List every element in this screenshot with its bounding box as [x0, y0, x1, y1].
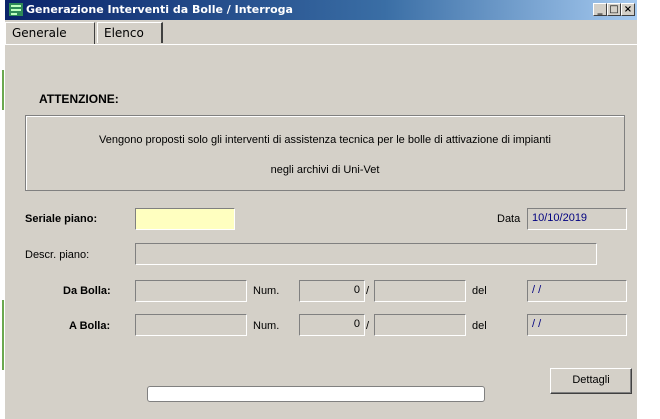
descr-piano-input[interactable] [135, 243, 597, 265]
a-bolla-input[interactable] [135, 314, 247, 336]
attention-title: ATTENZIONE: [39, 92, 119, 106]
da-slash: / [366, 285, 370, 297]
attention-message-line-2: negli archivi di Uni-Vet [270, 164, 380, 176]
da-del-date-input[interactable]: / / [527, 280, 627, 302]
a-num-input[interactable]: 0 [299, 314, 365, 336]
da-num-input[interactable]: 0 [299, 280, 365, 302]
a-slash: / [366, 320, 370, 332]
a-del-label: del [472, 320, 487, 332]
attention-message-line-1: Vengono proposti solo gli interventi di … [99, 134, 551, 146]
minimize-icon[interactable]: _ [593, 3, 607, 16]
app-window: Generazione Interventi da Bolle / Interr… [5, 0, 637, 419]
da-num-label: Num. [253, 285, 280, 297]
application-icon [9, 3, 23, 16]
maximize-icon[interactable]: □ [607, 3, 621, 16]
seriale-piano-input[interactable] [135, 208, 235, 230]
background-green-mark [2, 300, 4, 370]
descr-piano-label: Descr. piano: [25, 249, 90, 261]
progress-bar [147, 386, 485, 402]
seriale-piano-label: Seriale piano: [25, 213, 98, 225]
da-del-label: del [472, 285, 487, 297]
dettagli-button[interactable]: Dettagli [550, 368, 632, 394]
close-icon[interactable]: × [621, 3, 635, 16]
da-bolla-input[interactable] [135, 280, 247, 302]
a-num-label: Num. [253, 320, 280, 332]
tab-elenco[interactable]: Elenco [97, 22, 163, 43]
tab-strip: Generale Elenco [5, 22, 637, 45]
data-label: Data [497, 213, 521, 225]
window-title: Generazione Interventi da Bolle / Interr… [26, 3, 293, 16]
da-bolla-label: Da Bolla: [63, 285, 111, 297]
background-green-mark [2, 70, 4, 110]
data-input[interactable]: 10/10/2019 [527, 208, 627, 230]
tab-panel-border [5, 44, 637, 45]
title-bar[interactable]: Generazione Interventi da Bolle / Interr… [5, 0, 637, 20]
da-suffix-input[interactable] [374, 280, 466, 302]
a-suffix-input[interactable] [374, 314, 466, 336]
attention-message-box: Vengono proposti solo gli interventi di … [25, 115, 625, 191]
a-del-date-input[interactable]: / / [527, 314, 627, 336]
tab-generale[interactable]: Generale [5, 22, 95, 45]
a-bolla-label: A Bolla: [69, 320, 111, 332]
